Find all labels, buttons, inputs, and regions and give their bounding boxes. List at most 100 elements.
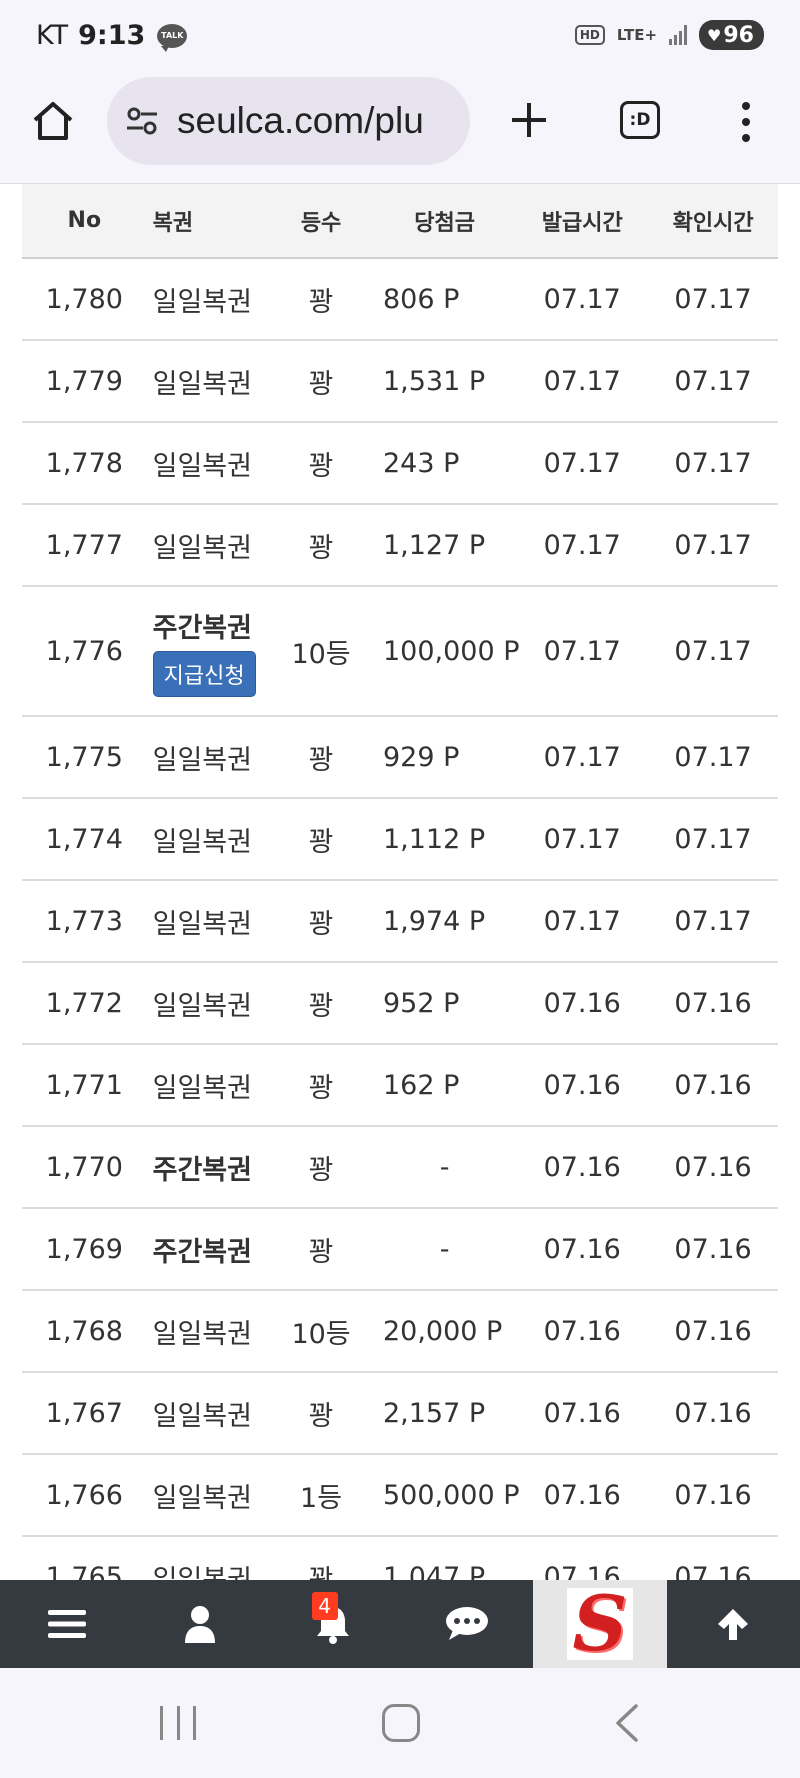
table-row: 1,775 일일복권 꽝 929 P 07.17 07.17: [22, 716, 778, 799]
table-row: 1,765 일일복권 꽝 1,047 P 07.16 07.16: [22, 1536, 778, 1580]
table-header-row: No 복권 등수 당첨금 발급시간 확인시간: [22, 184, 778, 259]
table-row: 1,768 일일복권 10등 20,000 P 07.16 07.16: [22, 1290, 778, 1373]
status-bar: KT 9:13 TALK HD LTE+ ♥ 96: [0, 0, 800, 72]
chat-icon: [445, 1607, 488, 1640]
table-row: 1,777 일일복권 꽝 1,127 P 07.17 07.17: [22, 504, 778, 587]
home-icon[interactable]: [30, 98, 76, 144]
row-prize: 952 P: [372, 962, 517, 1045]
scroll-top-button[interactable]: [667, 1580, 800, 1668]
url-text[interactable]: seulca.com/plu: [177, 100, 424, 142]
row-no: 1,778: [22, 422, 147, 505]
row-no: 1,772: [22, 962, 147, 1045]
status-left: KT 9:13 TALK: [36, 20, 188, 52]
row-type: 주간복권: [146, 1208, 270, 1291]
row-type: 일일복권: [146, 1044, 270, 1127]
row-rank: 꽝: [269, 340, 373, 423]
row-no: 1,775: [22, 716, 147, 799]
row-issued: 07.17: [516, 716, 649, 799]
row-no: 1,771: [22, 1044, 147, 1127]
table-row: 1,778 일일복권 꽝 243 P 07.17 07.17: [22, 422, 778, 505]
row-checked: 07.16: [648, 1126, 778, 1209]
status-right: HD LTE+ ♥ 96: [574, 20, 764, 50]
chat-button[interactable]: [400, 1580, 533, 1668]
tab-switcher-button[interactable]: :D: [620, 101, 660, 139]
header-rank: 등수: [269, 184, 373, 259]
row-issued: 07.17: [516, 798, 649, 881]
row-prize: 20,000 P: [372, 1290, 517, 1373]
row-issued: 07.17: [516, 586, 649, 717]
notifications-button[interactable]: 4: [267, 1580, 400, 1668]
row-type-cell: 주간복권 지급신청: [146, 586, 270, 717]
row-rank: 10등: [269, 586, 373, 717]
row-type: 일일복권: [146, 1372, 270, 1455]
row-prize: 1,047 P: [372, 1536, 517, 1580]
row-rank: 꽝: [269, 422, 373, 505]
table-row: 1,771 일일복권 꽝 162 P 07.16 07.16: [22, 1044, 778, 1127]
back-icon[interactable]: [612, 1704, 640, 1742]
table-row: 1,770 주간복권 꽝 - 07.16 07.16: [22, 1126, 778, 1209]
table-row: 1,767 일일복권 꽝 2,157 P 07.16 07.16: [22, 1372, 778, 1455]
row-type: 일일복권: [146, 880, 270, 963]
row-rank: 꽝: [269, 1126, 373, 1209]
row-prize: 1,974 P: [372, 880, 517, 963]
row-type: 일일복권: [146, 1454, 270, 1537]
table-row: 1,766 일일복권 1등 500,000 P 07.16 07.16: [22, 1454, 778, 1537]
browser-toolbar: seulca.com/plu :D: [0, 72, 800, 184]
row-type: 일일복권: [146, 1536, 270, 1580]
row-no: 1,777: [22, 504, 147, 587]
row-type: 일일복권: [146, 422, 270, 505]
row-rank: 1등: [269, 1454, 373, 1537]
row-checked: 07.17: [648, 422, 778, 505]
site-settings-icon[interactable]: [125, 106, 159, 136]
row-prize: 1,127 P: [372, 504, 517, 587]
header-prize: 당첨금: [372, 184, 517, 259]
row-no: 1,779: [22, 340, 147, 423]
table-row: 1,776 주간복권 지급신청 10등 100,000 P 07.17 07.1…: [22, 586, 778, 717]
row-checked: 07.16: [648, 1290, 778, 1373]
claim-payment-button[interactable]: 지급신청: [152, 650, 256, 697]
row-rank: 꽝: [269, 258, 373, 341]
menu-icon: [47, 1610, 86, 1638]
battery-icon: ♥ 96: [699, 20, 764, 50]
row-issued: 07.16: [516, 1208, 649, 1291]
menu-button[interactable]: [0, 1580, 133, 1668]
row-type: 일일복권: [146, 1290, 270, 1373]
more-options-icon[interactable]: [740, 102, 752, 142]
row-issued: 07.16: [516, 1372, 649, 1455]
system-home-icon[interactable]: [382, 1704, 420, 1742]
row-type: 일일복권: [146, 716, 270, 799]
address-bar[interactable]: seulca.com/plu: [107, 77, 470, 165]
row-no: 1,766: [22, 1454, 147, 1537]
row-rank: 꽝: [269, 798, 373, 881]
row-no: 1,769: [22, 1208, 147, 1291]
row-prize: 806 P: [372, 258, 517, 341]
tab-switcher-label: :D: [629, 110, 651, 130]
header-checked-time: 확인시간: [648, 184, 778, 259]
site-logo-letter: S: [572, 1579, 628, 1668]
site-logo-button[interactable]: S: [533, 1579, 667, 1668]
header-type: 복권: [146, 184, 270, 259]
row-checked: 07.17: [648, 340, 778, 423]
recent-apps-icon[interactable]: [160, 1706, 196, 1740]
row-issued: 07.16: [516, 1290, 649, 1373]
row-rank: 꽝: [269, 1536, 373, 1580]
table-row: 1,780 일일복권 꽝 806 P 07.17 07.17: [22, 258, 778, 341]
row-prize: 100,000 P: [372, 586, 520, 717]
table-row: 1,769 주간복권 꽝 - 07.16 07.16: [22, 1208, 778, 1291]
arrow-up-icon: [718, 1609, 749, 1640]
lottery-history-table: No 복권 등수 당첨금 발급시간 확인시간 1,780 일일복권 꽝 806 …: [22, 184, 778, 1580]
row-checked: 07.16: [648, 1536, 778, 1580]
row-rank: 꽝: [269, 716, 373, 799]
row-type: 일일복권: [146, 258, 270, 341]
new-tab-icon[interactable]: [508, 99, 550, 141]
row-issued: 07.17: [516, 258, 649, 341]
row-prize: 500,000 P: [372, 1454, 520, 1537]
row-rank: 꽝: [269, 880, 373, 963]
row-checked: 07.16: [648, 1044, 778, 1127]
row-checked: 07.17: [648, 798, 778, 881]
row-no: 1,767: [22, 1372, 147, 1455]
profile-button[interactable]: [133, 1580, 266, 1668]
row-no: 1,770: [22, 1126, 147, 1209]
row-issued: 07.17: [516, 880, 649, 963]
row-checked: 07.16: [648, 1208, 778, 1291]
